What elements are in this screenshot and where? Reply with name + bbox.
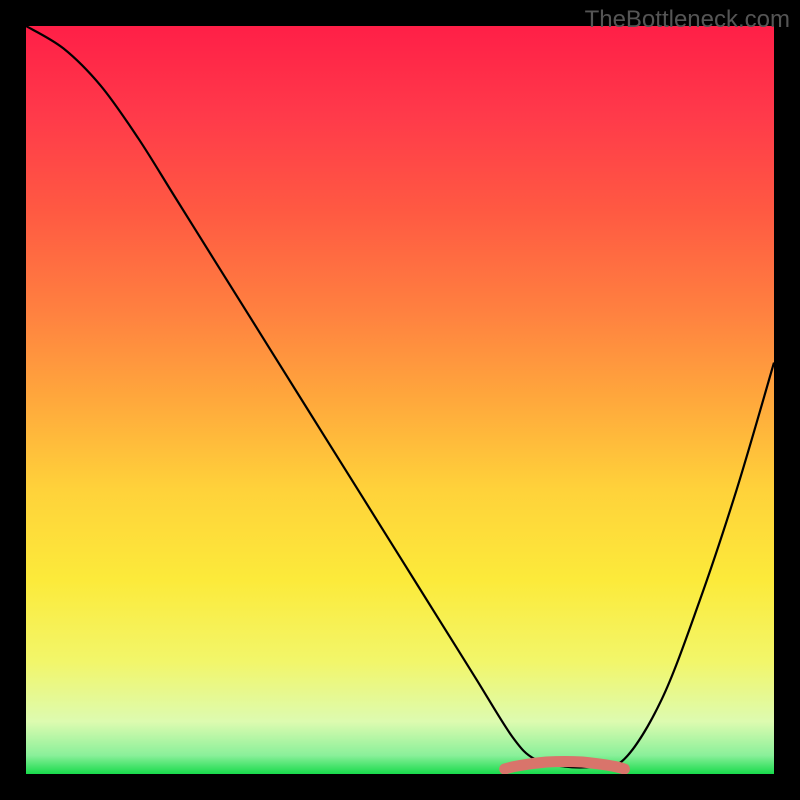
bottleneck-curve bbox=[26, 26, 774, 767]
watermark-text: TheBottleneck.com bbox=[585, 6, 790, 34]
chart-svg bbox=[26, 26, 774, 774]
optimal-range-highlight bbox=[505, 762, 625, 770]
plot-area bbox=[26, 26, 774, 774]
